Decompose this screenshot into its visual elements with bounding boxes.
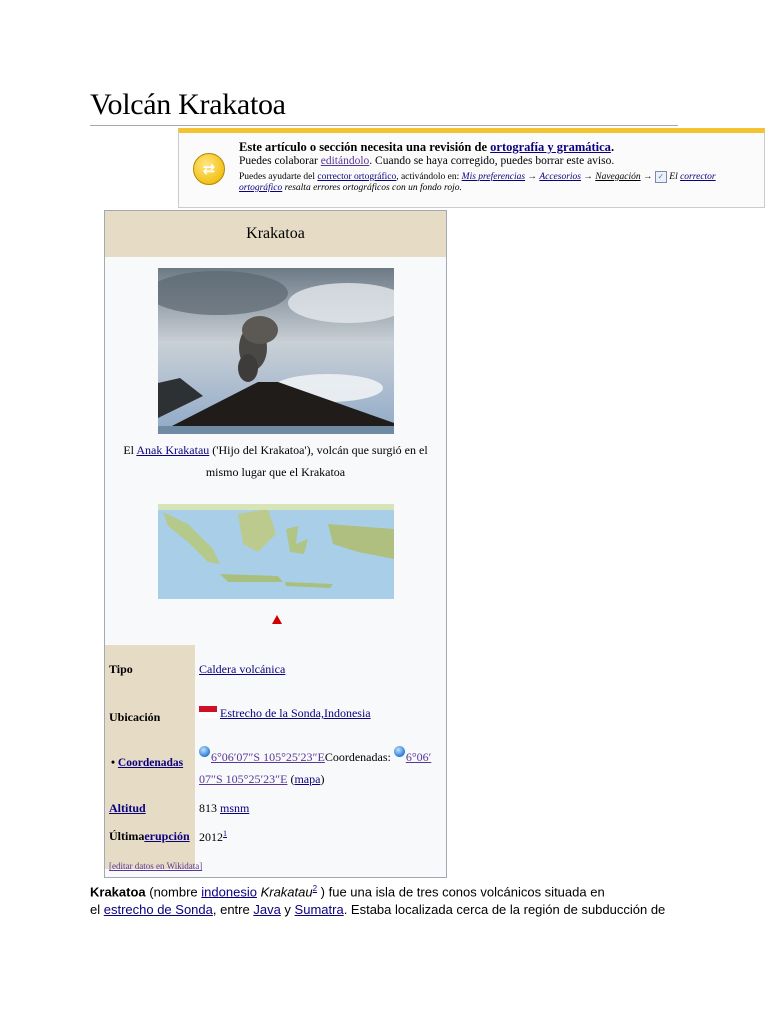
ubicacion-value: Estrecho de la Sonda,Indonesia [199,706,371,721]
body-paragraph-line-2: el estrecho de Sonda, entre Java y Sumat… [90,902,666,917]
ubicacion-label: Ubicación [105,710,195,725]
anak-krakatau-link[interactable]: Anak Krakatau [136,443,209,457]
edit-notice-icon: ⇄ [193,153,225,185]
photo-caption: El Anak Krakatau ('Hijo del Krakatoa'), … [123,443,428,479]
java-link[interactable]: Java [253,902,280,917]
preferences-link[interactable]: Mis preferencias [462,172,525,182]
ref-1-link[interactable]: 1 [223,829,227,838]
tipo-label: Tipo [105,662,195,677]
notice-line-4: ortográfico resalta errores ortográficos… [239,183,462,193]
infobox: Krakatoa El Anak Krakatau ('Hijo del Kra… [104,210,447,878]
notice-line-1: Este artículo o sección necesita una rev… [239,140,615,154]
maintenance-notice: ⇄ Este artículo o sección necesita una r… [178,128,765,208]
location-map[interactable] [158,504,394,599]
spellchecker-link[interactable]: corrector ortográfico [317,172,396,182]
coord-link-3[interactable]: 07″S 105°25′23″E [199,772,287,786]
globe-icon [393,746,405,757]
altitud-label: Altitud [105,801,195,816]
notice-line-3: Puedes ayudarte del corrector ortográfic… [239,171,716,183]
ubicacion-link[interactable]: Estrecho de la Sonda,Indonesia [220,706,371,720]
erupcion-value: 20121 [199,829,227,844]
title-divider [90,125,678,126]
erupcion-label: Últimaerupción [105,829,195,844]
infobox-title: Krakatoa [105,211,446,257]
mapa-link[interactable]: mapa [294,772,320,786]
msnm-link[interactable]: msnm [220,801,249,815]
coord-link-2[interactable]: 6°06′ [406,750,431,764]
location-marker-icon [272,615,282,624]
accessories-link[interactable]: Accesorios [539,172,581,182]
navigation-link[interactable]: Navegación [595,172,640,182]
page-title: Volcán Krakatoa [90,88,286,121]
body-paragraph-line-1: Krakatoa (nombre indonesio Krakatau2 ) f… [90,884,605,900]
coord-link-1[interactable]: 6°06′07″S 105°25′23″E [211,750,325,764]
spelling-grammar-link[interactable]: ortografía y gramática [490,140,611,154]
volcano-photo[interactable] [158,268,394,434]
indonesio-link[interactable]: indonesio [201,884,257,899]
estrecho-sonda-link[interactable]: estrecho de Sonda [104,902,213,917]
erupcion-link[interactable]: erupción [144,829,189,843]
notice-line-2: Puedes colaborar editándolo. Cuando se h… [239,155,615,167]
indonesia-flag-icon [199,706,217,718]
ortografico-link[interactable]: ortográfico [239,183,282,193]
globe-icon [199,746,210,757]
tipo-value: Caldera volcánica [199,662,286,676]
edit-link[interactable]: editándolo [321,155,370,167]
coordenadas-link[interactable]: Coordenadas [118,757,183,769]
altitud-value: 813 msnm [199,801,250,815]
coord-label: • Coordenadas [105,757,195,769]
sumatra-link[interactable]: Sumatra [295,902,344,917]
checkbox-icon: ✓ [654,171,667,183]
wikidata-edit-link[interactable]: [editar datos en Wikidata] [109,861,202,871]
corrector-link[interactable]: corrector [680,172,716,182]
coord-value: 6°06′07″S 105°25′23″ECoordenadas: 6°06′ 0… [199,746,444,790]
